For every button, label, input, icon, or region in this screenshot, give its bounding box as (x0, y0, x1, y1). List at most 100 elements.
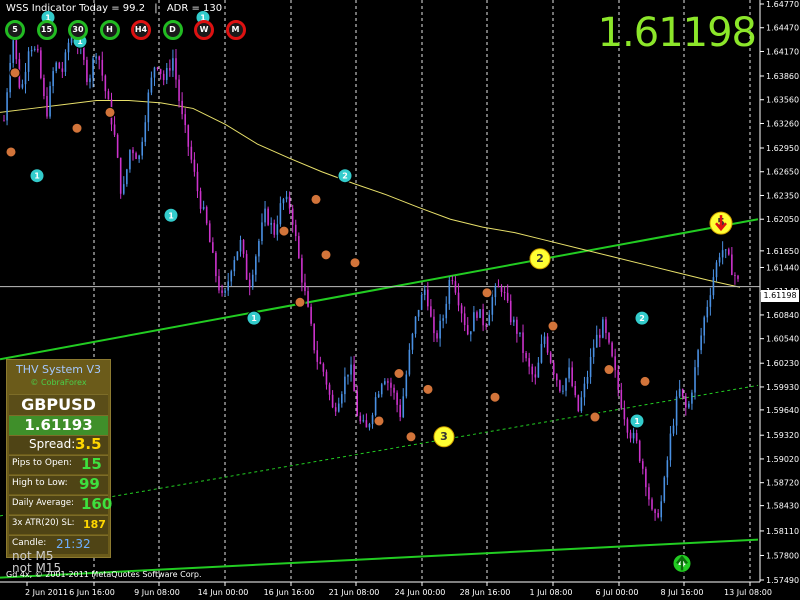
candle-body (534, 374, 537, 378)
fractal-marker (603, 364, 615, 376)
candle-body (645, 468, 647, 488)
candle-body (150, 77, 153, 93)
candle-body (411, 333, 414, 350)
candle-body (15, 40, 18, 60)
candle-body (681, 388, 684, 397)
x-tick-label: 14 Jun 00:00 (198, 588, 249, 597)
candle-body (212, 242, 214, 253)
candle-body (261, 222, 263, 241)
candle-body (49, 86, 51, 117)
candle-body (3, 120, 5, 122)
candle-body (95, 56, 97, 59)
copyright-text: Gd 4x, © 2001-2011 MetaQuotes Software C… (6, 570, 202, 579)
candle-body (675, 396, 678, 426)
candle-body (522, 332, 524, 353)
fractal-marker-label: 1 (168, 211, 174, 220)
candle-body (36, 48, 39, 51)
candle-body (233, 260, 236, 272)
candle-body (466, 325, 469, 335)
candle-body (255, 256, 257, 275)
fractal-marker (278, 225, 290, 237)
avg-label: Daily Average: (12, 498, 74, 508)
candle-body (64, 52, 67, 72)
timeframe-badge-5: 5 (5, 20, 25, 40)
candle-body (500, 287, 503, 292)
candle-body (700, 335, 702, 351)
fractal-marker (393, 367, 405, 379)
timeframe-badge-d: D (162, 20, 183, 40)
candle-body (221, 290, 223, 293)
candle-body (703, 317, 706, 336)
candle-body (712, 277, 715, 296)
candle-body (393, 387, 395, 393)
candle-body (153, 67, 156, 78)
pips-value: 15 (81, 455, 102, 473)
candle-body (205, 207, 208, 224)
candle-body (282, 199, 285, 204)
fractal-marker-label: 3 (440, 430, 448, 443)
candle-body (316, 350, 319, 362)
candle-body (506, 292, 509, 301)
spread-value: 3.5 (75, 435, 102, 453)
candle-body (691, 392, 693, 404)
candle-body (632, 433, 635, 439)
thv-system-panel: THV System V3 © CobraForex GBPUSD 1.6119… (6, 359, 112, 558)
candle-body (574, 386, 577, 396)
candle-body (184, 114, 186, 126)
indicator-header: WSS Indicator Today = 99.2 | ADR = 130 (6, 3, 222, 14)
fractal-marker (547, 320, 559, 332)
candle-body (325, 371, 328, 385)
candle-body (6, 92, 8, 121)
timeframe-badge-h4: H4 (131, 20, 151, 40)
candle-body (623, 408, 626, 420)
pips-label: Pips to Open: (12, 458, 72, 468)
y-tick-label: 1.64170 (766, 47, 799, 56)
fractal-marker (405, 431, 417, 443)
candle-body (509, 300, 512, 323)
y-tick-label: 1.64470 (766, 24, 799, 33)
y-tick-label: 1.62950 (766, 144, 799, 153)
candle-body (445, 303, 448, 319)
candle-body (549, 352, 552, 363)
candle-body (568, 367, 570, 379)
y-tick-label: 1.64770 (766, 0, 799, 9)
candle-body (310, 306, 312, 324)
candle-body (519, 332, 521, 334)
y-tick-label: 1.59320 (766, 431, 799, 440)
candle-body (178, 79, 180, 101)
candle-body (116, 134, 119, 158)
y-tick-label: 1.57800 (766, 551, 799, 560)
candle-body (417, 309, 420, 317)
candle-body (294, 224, 297, 237)
candle-body (420, 294, 423, 310)
candle-body (706, 306, 709, 318)
candle-body (463, 313, 466, 326)
fractal-marker-label: 2 (342, 172, 348, 181)
candle-body (187, 125, 190, 147)
candle-body (669, 433, 672, 461)
y-tick-label: 1.57490 (766, 576, 799, 585)
candle-body (251, 274, 254, 288)
fractal-marker (9, 67, 21, 79)
candle-body (460, 305, 463, 314)
spread-label: Spread: (29, 437, 76, 451)
price-chart[interactable]: 1111121321245 1.647701.644701.641701.638… (0, 0, 800, 600)
candle-body (678, 388, 681, 397)
candle-body (304, 282, 306, 292)
candle-body (30, 49, 33, 52)
candle-body (565, 378, 567, 391)
candle-body (147, 92, 150, 123)
candle-body (660, 501, 663, 518)
candle-body (494, 286, 497, 298)
candle-body (470, 331, 472, 335)
candle-body (86, 59, 88, 82)
candle-body (718, 257, 721, 263)
candle-body (648, 487, 650, 500)
y-tick-label: 1.61650 (766, 247, 799, 256)
candle-body (313, 323, 315, 351)
fractal-marker (71, 122, 83, 134)
candle-body (614, 356, 616, 371)
candle-body (162, 73, 165, 81)
candle-body (635, 433, 638, 441)
candle-body (107, 91, 110, 100)
